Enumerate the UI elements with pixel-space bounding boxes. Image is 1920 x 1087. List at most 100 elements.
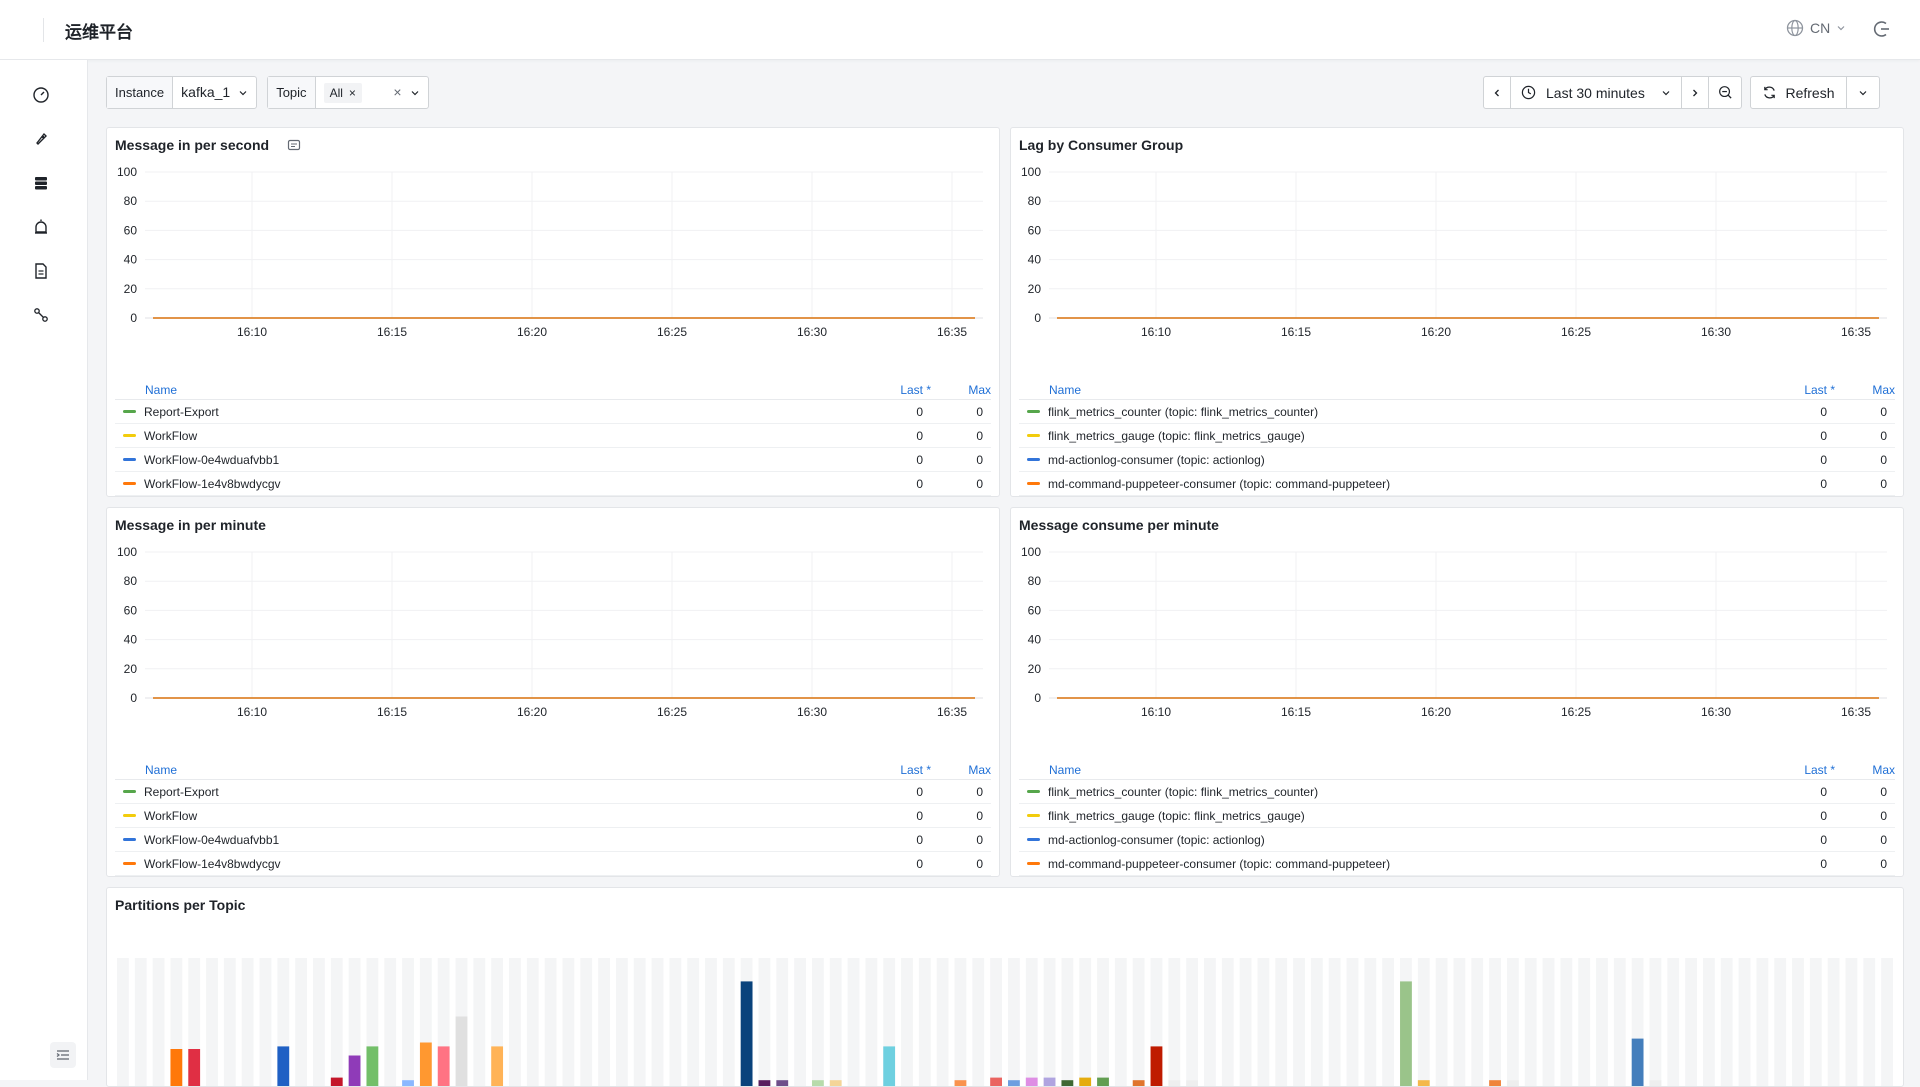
partition-bar[interactable] bbox=[420, 1043, 432, 1087]
series-last: 0 bbox=[871, 857, 931, 871]
legend-table: NameLast *MaxReport-Export00WorkFlow00Wo… bbox=[115, 380, 991, 496]
partition-bar[interactable] bbox=[1507, 1080, 1519, 1087]
partition-bar[interactable] bbox=[883, 1046, 895, 1087]
partition-bar[interactable] bbox=[1008, 1080, 1020, 1087]
clear-icon[interactable]: × bbox=[393, 77, 401, 108]
remove-chip-icon[interactable]: × bbox=[349, 83, 356, 103]
partition-bar[interactable] bbox=[955, 1080, 967, 1087]
partition-bar[interactable] bbox=[776, 1080, 788, 1087]
partition-bar[interactable] bbox=[491, 1046, 503, 1087]
partition-bar[interactable] bbox=[759, 1080, 771, 1087]
legend-row[interactable]: WorkFlow00 bbox=[115, 424, 991, 448]
bar-track bbox=[1364, 958, 1376, 1087]
series-last: 0 bbox=[871, 429, 931, 443]
legend-name-header[interactable]: Name bbox=[115, 383, 871, 397]
partition-bar[interactable] bbox=[812, 1080, 824, 1087]
partition-bar[interactable] bbox=[349, 1056, 361, 1087]
x-tick-label: 16:15 bbox=[1281, 705, 1311, 719]
series-name: flink_metrics_counter (topic: flink_metr… bbox=[1048, 405, 1775, 419]
refresh-interval-dropdown[interactable] bbox=[1846, 76, 1880, 109]
legend-row[interactable]: WorkFlow-1e4v8bwdycgv00 bbox=[115, 852, 991, 876]
legend-name-header[interactable]: Name bbox=[1019, 383, 1775, 397]
series-last: 0 bbox=[1775, 785, 1835, 799]
partition-bar[interactable] bbox=[1418, 1080, 1430, 1087]
legend-row[interactable]: WorkFlow-0e4wduafvbb100 bbox=[115, 448, 991, 472]
legend-name-header[interactable]: Name bbox=[115, 763, 871, 777]
zoom-out-button[interactable] bbox=[1708, 76, 1742, 109]
partition-bar[interactable] bbox=[1079, 1078, 1091, 1087]
partition-bar[interactable] bbox=[1151, 1046, 1163, 1087]
panel-info-icon[interactable] bbox=[287, 138, 301, 152]
collapse-sidebar-icon[interactable] bbox=[50, 1042, 76, 1068]
partition-bar[interactable] bbox=[1489, 1080, 1501, 1087]
logout-icon[interactable] bbox=[1872, 19, 1892, 39]
partition-bar[interactable] bbox=[438, 1046, 450, 1087]
bar-track bbox=[901, 958, 913, 1087]
partition-bar[interactable] bbox=[830, 1080, 842, 1087]
legend-max-header[interactable]: Max bbox=[1835, 763, 1895, 777]
legend-row[interactable]: flink_metrics_counter (topic: flink_metr… bbox=[1019, 400, 1895, 424]
instance-select[interactable]: kafka_1 bbox=[173, 77, 256, 108]
x-tick-label: 16:25 bbox=[1561, 705, 1591, 719]
legend-name-header[interactable]: Name bbox=[1019, 763, 1775, 777]
time-back-button[interactable] bbox=[1483, 76, 1511, 109]
partition-bar[interactable] bbox=[741, 981, 753, 1087]
legend-max-header[interactable]: Max bbox=[931, 383, 991, 397]
dashboard-icon[interactable] bbox=[30, 84, 52, 106]
topic-select[interactable]: All× × bbox=[316, 77, 428, 108]
bar-track bbox=[260, 958, 272, 1087]
series-max: 0 bbox=[1835, 405, 1895, 419]
legend-row[interactable]: WorkFlow00 bbox=[115, 804, 991, 828]
partition-bar[interactable] bbox=[402, 1080, 414, 1087]
partition-bar[interactable] bbox=[1168, 1080, 1180, 1087]
partition-bar[interactable] bbox=[1061, 1080, 1073, 1087]
legend-row[interactable]: md-command-puppeteer-consumer (topic: co… bbox=[1019, 472, 1895, 496]
x-tick-label: 16:15 bbox=[377, 325, 407, 339]
legend-last-header[interactable]: Last * bbox=[871, 383, 931, 397]
legend-row[interactable]: Report-Export00 bbox=[115, 400, 991, 424]
partition-bar[interactable] bbox=[188, 1049, 200, 1087]
time-range-picker[interactable]: Last 30 minutes bbox=[1510, 76, 1682, 109]
legend-row[interactable]: flink_metrics_counter (topic: flink_metr… bbox=[1019, 780, 1895, 804]
partition-bar[interactable] bbox=[1133, 1080, 1145, 1087]
legend-row[interactable]: flink_metrics_gauge (topic: flink_metric… bbox=[1019, 804, 1895, 828]
language-switcher[interactable]: CN bbox=[1786, 19, 1846, 37]
legend-last-header[interactable]: Last * bbox=[1775, 383, 1835, 397]
series-swatch bbox=[1027, 838, 1040, 841]
partition-bar[interactable] bbox=[990, 1078, 1002, 1087]
partition-bar[interactable] bbox=[277, 1046, 289, 1087]
bar-track bbox=[1329, 958, 1341, 1087]
legend-max-header[interactable]: Max bbox=[931, 763, 991, 777]
partition-bar[interactable] bbox=[1650, 1080, 1662, 1087]
partition-bar[interactable] bbox=[1044, 1078, 1056, 1087]
partition-bar[interactable] bbox=[366, 1046, 378, 1087]
partition-bar[interactable] bbox=[1026, 1078, 1038, 1087]
legend-last-header[interactable]: Last * bbox=[871, 763, 931, 777]
legend-row[interactable]: Report-Export00 bbox=[115, 780, 991, 804]
rocket-icon[interactable] bbox=[30, 128, 52, 150]
alarm-icon[interactable] bbox=[30, 216, 52, 238]
partition-bar[interactable] bbox=[1097, 1078, 1109, 1087]
series-swatch bbox=[123, 482, 136, 485]
legend-row[interactable]: md-actionlog-consumer (topic: actionlog)… bbox=[1019, 448, 1895, 472]
topology-icon[interactable] bbox=[30, 304, 52, 326]
partition-bar[interactable] bbox=[170, 1049, 182, 1087]
refresh-button[interactable]: Refresh bbox=[1750, 76, 1847, 109]
legend-row[interactable]: flink_metrics_gauge (topic: flink_metric… bbox=[1019, 424, 1895, 448]
bar-track bbox=[955, 958, 967, 1087]
legend-last-header[interactable]: Last * bbox=[1775, 763, 1835, 777]
legend-max-header[interactable]: Max bbox=[1835, 383, 1895, 397]
legend-row[interactable]: md-command-puppeteer-consumer (topic: co… bbox=[1019, 852, 1895, 876]
document-icon[interactable] bbox=[30, 260, 52, 282]
legend-row[interactable]: md-actionlog-consumer (topic: actionlog)… bbox=[1019, 828, 1895, 852]
partition-bar[interactable] bbox=[1186, 1080, 1198, 1087]
partition-bar[interactable] bbox=[331, 1078, 343, 1087]
x-tick-label: 16:15 bbox=[377, 705, 407, 719]
time-forward-button[interactable] bbox=[1681, 76, 1709, 109]
partition-bar[interactable] bbox=[1400, 981, 1412, 1087]
legend-row[interactable]: WorkFlow-1e4v8bwdycgv00 bbox=[115, 472, 991, 496]
series-max: 0 bbox=[1835, 857, 1895, 871]
legend-row[interactable]: WorkFlow-0e4wduafvbb100 bbox=[115, 828, 991, 852]
partition-bar[interactable] bbox=[456, 1017, 468, 1087]
database-icon[interactable] bbox=[30, 172, 52, 194]
